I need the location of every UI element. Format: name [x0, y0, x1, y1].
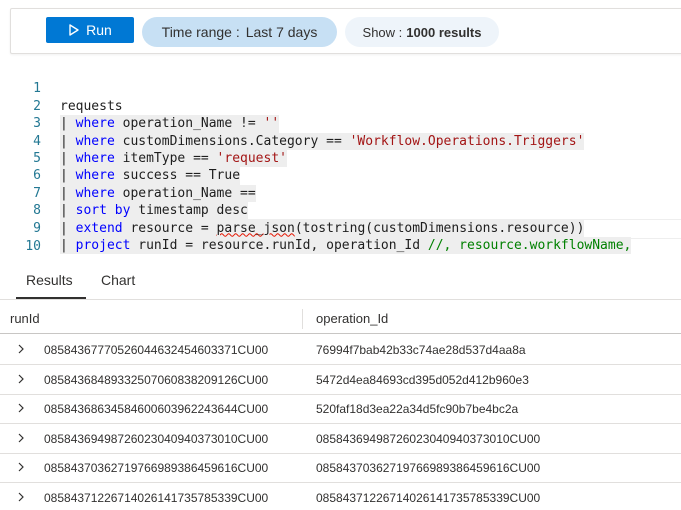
- cell-operation-id: 5472d4ea84693cd395d052d412b960e3: [316, 373, 529, 387]
- code-comment: //, resource.workflowName,: [427, 238, 632, 253]
- line-number: 10: [25, 239, 41, 255]
- cell-operation-id: 520faf18d3ea22a34d5fc90b7be4bc2a: [316, 402, 519, 416]
- cell-runid: 08584367770526044632454603371CU00: [44, 343, 269, 357]
- time-range-value: Last 7 days: [245, 24, 318, 40]
- code-line: 1 requests: [0, 63, 681, 113]
- code-line: 8 | extend resource = parse_json(tostrin…: [0, 185, 681, 238]
- table-row[interactable]: 08584368489332507060838209126CU00 5472d4…: [0, 365, 681, 395]
- table-row[interactable]: 08584368634584600603962243644CU00 520faf…: [0, 394, 681, 424]
- cell-operation-id: 08584369498726023040940373010CU00: [316, 432, 541, 446]
- tab-chart[interactable]: Chart: [101, 272, 135, 288]
- code-line: 5 | where success == True: [0, 133, 681, 185]
- results-tabs: Results Chart: [0, 268, 681, 300]
- show-value: 1000 results: [406, 24, 482, 40]
- code-line: 4 | where itemType == 'request': [0, 115, 681, 168]
- column-header-runid[interactable]: runId: [10, 311, 40, 326]
- results-grid-header: runId operation_Id: [0, 303, 681, 334]
- chevron-right-icon[interactable]: [16, 462, 26, 472]
- code-keyword: project: [75, 238, 131, 253]
- code-line: 7 | sort by timestamp desc: [0, 167, 681, 220]
- code-token: runId = resource.runId, operation_Id: [130, 238, 428, 253]
- cell-operation-id: 76994f7bab42b33c74ae28d537d4aa8a: [316, 343, 526, 357]
- run-button-label: Run: [86, 22, 112, 38]
- code-line: 3 | where customDimensions.Category == '…: [0, 98, 681, 151]
- run-button[interactable]: Run: [46, 17, 134, 43]
- code-token: |: [60, 238, 76, 253]
- cell-operation-id: 08584371226714026141735785339CU00: [316, 491, 541, 505]
- table-row[interactable]: 08584370362719766989386459616CU00 085843…: [0, 453, 681, 483]
- query-editor[interactable]: 1 requests 2 | where operation_Name != '…: [0, 63, 681, 255]
- cell-runid: 08584371226714026141735785339CU00: [44, 491, 269, 505]
- cell-operation-id: 08584370362719766989386459616CU00: [316, 461, 541, 475]
- code-line: 2 | where operation_Name != '': [0, 80, 681, 133]
- chevron-right-icon[interactable]: [16, 403, 26, 413]
- show-label: Show :: [362, 24, 403, 40]
- chevron-right-icon[interactable]: [16, 344, 26, 354]
- table-row[interactable]: 08584369498726023040940373010CU00 085843…: [0, 424, 681, 454]
- tab-results[interactable]: Results: [26, 272, 73, 288]
- cell-runid: 08584370362719766989386459616CU00: [44, 461, 269, 475]
- result-limit-picker[interactable]: Show : 1000 results: [345, 17, 499, 47]
- code-line: 6 | where operation_Name ==: [0, 150, 681, 203]
- chevron-right-icon[interactable]: [16, 433, 26, 443]
- table-row[interactable]: 08584367770526044632454603371CU00 76994f…: [0, 335, 681, 365]
- column-resize-handle[interactable]: [302, 309, 303, 329]
- current-line-highlight: [60, 219, 681, 239]
- cell-runid: 08584368489332507060838209126CU00: [44, 373, 269, 387]
- cell-runid: 08584368634584600603962243644CU00: [44, 402, 269, 416]
- chevron-right-icon[interactable]: [16, 374, 26, 384]
- time-range-label: Time range :: [161, 24, 240, 40]
- chevron-right-icon[interactable]: [16, 492, 26, 502]
- code-line: 9 | project runId = resource.runId, oper…: [0, 202, 681, 255]
- active-tab-indicator: [16, 297, 86, 299]
- cell-runid: 08584369498726023040940373010CU00: [44, 432, 269, 446]
- play-icon: [69, 24, 79, 36]
- query-toolbar: Run Time range : Last 7 days Show : 1000…: [10, 8, 681, 54]
- column-header-operation-id[interactable]: operation_Id: [316, 311, 388, 326]
- table-row[interactable]: 08584371226714026141735785339CU00 085843…: [0, 483, 681, 510]
- time-range-picker[interactable]: Time range : Last 7 days: [142, 17, 337, 47]
